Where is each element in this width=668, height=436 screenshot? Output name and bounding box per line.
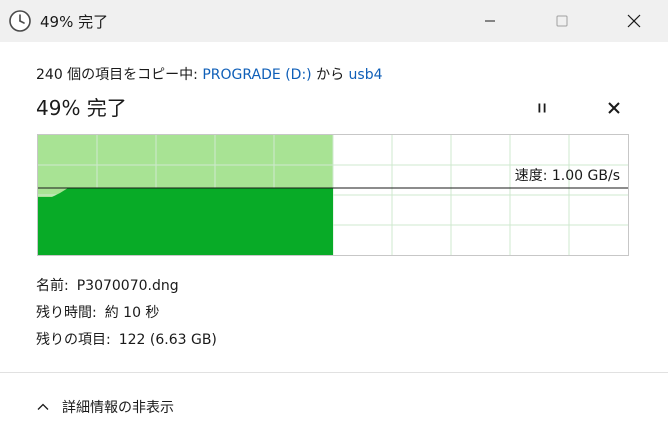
- copy-dialog-body: 240 個の項目をコピー中: PROGRADE (D:) から usb4 49%…: [0, 42, 668, 436]
- close-button[interactable]: [610, 0, 658, 42]
- time-remaining-label: 残り時間:: [36, 305, 97, 321]
- time-remaining-value: 約 10 秒: [104, 305, 160, 321]
- speed-graph: 速度: 1.00 GB/s: [37, 134, 629, 256]
- hide-details-label: 詳細情報の非表示: [62, 400, 174, 416]
- cancel-button[interactable]: [600, 94, 628, 122]
- clock-icon: [8, 9, 32, 33]
- copy-middle-text: から: [311, 67, 349, 83]
- minimize-icon: [485, 20, 495, 22]
- cancel-icon: [608, 102, 620, 114]
- items-remaining-label: 残りの項目:: [36, 332, 111, 348]
- file-name-value: P3070070.dng: [76, 278, 179, 294]
- file-name-label: 名前:: [36, 278, 69, 294]
- maximize-button[interactable]: [538, 0, 586, 42]
- copy-count-text: 240 個の項目をコピー中:: [36, 67, 203, 83]
- destination-link[interactable]: usb4: [349, 67, 383, 83]
- items-remaining-value: 122 (6.63 GB): [118, 332, 217, 348]
- hide-details-button[interactable]: 詳細情報の非表示: [36, 394, 174, 420]
- file-name-row: 名前: P3070070.dng: [36, 275, 179, 295]
- pause-button[interactable]: [528, 94, 556, 122]
- speed-label: 速度: 1.00 GB/s: [514, 168, 620, 184]
- pause-icon: [538, 103, 546, 113]
- maximize-icon: [556, 15, 568, 27]
- speed-area: [38, 188, 333, 255]
- items-remaining-row: 残りの項目: 122 (6.63 GB): [36, 329, 217, 349]
- copy-status-line: 240 個の項目をコピー中: PROGRADE (D:) から usb4: [36, 64, 383, 84]
- close-icon: [627, 14, 641, 28]
- source-link[interactable]: PROGRADE (D:): [202, 67, 311, 83]
- divider: [0, 372, 668, 373]
- speed-graph-canvas: [38, 135, 628, 255]
- time-remaining-row: 残り時間: 約 10 秒: [36, 302, 159, 322]
- title-bar: 49% 完了: [0, 0, 668, 42]
- window-title: 49% 完了: [40, 13, 109, 31]
- chevron-up-icon: [37, 403, 49, 410]
- minimize-button[interactable]: [466, 0, 514, 42]
- progress-heading: 49% 完了: [36, 96, 127, 120]
